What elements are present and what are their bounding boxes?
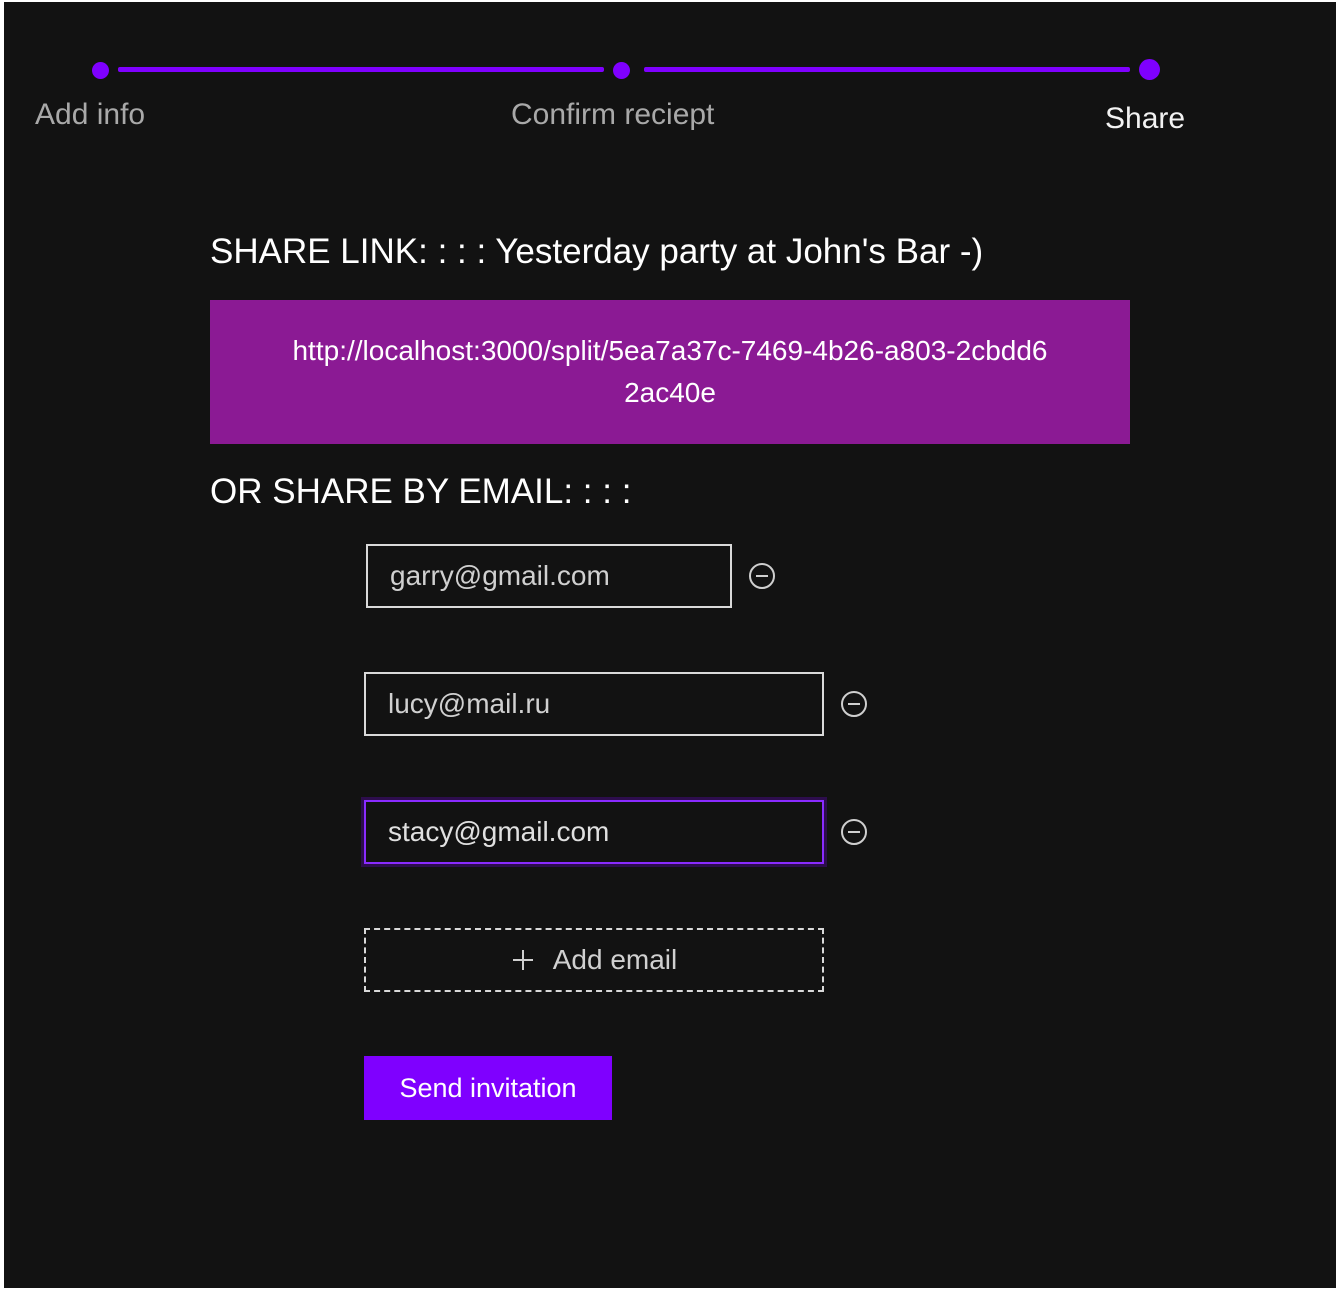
email-field-1[interactable]: [366, 544, 732, 608]
step-dot-share: [1139, 59, 1160, 80]
share-link-url[interactable]: http://localhost:3000/split/5ea7a37c-746…: [290, 330, 1050, 414]
step-label-confirm-reciept[interactable]: Confirm reciept: [511, 98, 714, 132]
step-connector-1: [118, 67, 604, 72]
email-field-3[interactable]: [364, 800, 824, 864]
minus-circle-icon[interactable]: [748, 562, 776, 590]
share-page: Add info Confirm reciept Share SHARE LIN…: [4, 2, 1336, 1288]
share-link-title: SHARE LINK: : : : Yesterday party at Joh…: [210, 232, 984, 271]
add-email-button[interactable]: Add email: [364, 928, 824, 992]
plus-icon: [512, 950, 533, 970]
step-dot-add-info: [92, 62, 109, 79]
step-connector-2: [644, 67, 1130, 72]
add-email-label: Add email: [552, 944, 678, 975]
share-email-title: OR SHARE BY EMAIL: : : :: [210, 472, 632, 511]
share-link-box[interactable]: http://localhost:3000/split/5ea7a37c-746…: [210, 300, 1130, 444]
step-label-share[interactable]: Share: [1105, 102, 1185, 136]
send-invitation-button[interactable]: Send invitation: [364, 1056, 612, 1120]
step-dot-confirm-reciept: [613, 62, 630, 79]
step-label-add-info[interactable]: Add info: [35, 98, 145, 132]
minus-circle-icon[interactable]: [840, 690, 868, 718]
minus-circle-icon[interactable]: [840, 818, 868, 846]
email-field-2[interactable]: [364, 672, 824, 736]
